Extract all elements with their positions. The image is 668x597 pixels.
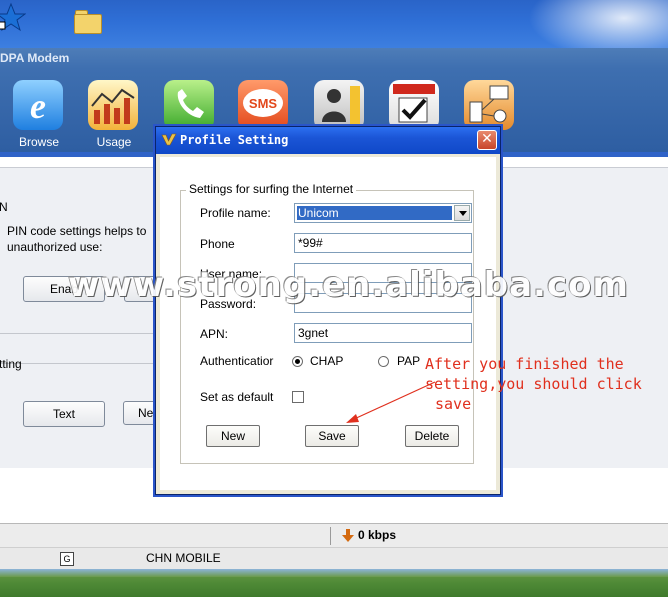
authentication-label: Authenticatior <box>200 354 274 368</box>
desktop-shortcut-icon[interactable] <box>0 2 27 32</box>
group-title: Settings for surfing the Internet <box>186 182 357 196</box>
pin-description-line2: unauthorized use: <box>7 240 103 254</box>
desktop-wallpaper <box>0 569 668 597</box>
toolbar-browse-label: Browse <box>18 135 59 149</box>
carrier-bar: G CHN MOBILE <box>0 547 668 570</box>
save-button[interactable]: Save <box>305 425 359 447</box>
set-default-checkbox[interactable] <box>292 391 304 403</box>
section-divider <box>0 333 160 334</box>
pap-radio[interactable] <box>378 356 389 367</box>
app-title: DPA Modem <box>0 51 70 65</box>
instruction-note-line3: save <box>435 395 472 413</box>
network-type-badge: G <box>60 552 74 566</box>
usage-chart-icon <box>88 80 138 130</box>
calendar-check-icon <box>389 80 439 130</box>
download-arrow-icon <box>342 529 354 542</box>
dialog-app-icon <box>161 133 177 146</box>
carrier-name: CHN MOBILE <box>146 551 221 565</box>
dialog-body: Settings for surfing the Internet Profil… <box>160 157 496 490</box>
profile-name-value: Unicom <box>297 206 452 220</box>
chevron-down-icon[interactable] <box>454 205 470 221</box>
status-separator <box>330 527 331 545</box>
sms-icon: SMS <box>238 80 288 130</box>
apn-input[interactable]: 3gnet <box>294 323 472 343</box>
dialog-title: Profile Setting <box>180 133 289 147</box>
phone-icon <box>164 80 214 130</box>
set-default-label: Set as default <box>200 390 274 404</box>
toolbar-usage-label: Usage <box>96 135 132 149</box>
desktop-background <box>0 0 668 60</box>
instruction-note-line1: After you finished the <box>425 355 624 373</box>
chap-radio[interactable] <box>292 356 303 367</box>
profile-name-select[interactable]: Unicom <box>294 203 472 223</box>
pin-section-title: N <box>0 200 8 214</box>
annotation-arrow-icon <box>346 381 436 423</box>
browser-e-icon: e <box>13 80 63 130</box>
svg-text:e: e <box>30 86 46 126</box>
setting-section-title: tting <box>0 357 22 371</box>
chap-label: CHAP <box>310 354 344 368</box>
desktop-folder-icon[interactable] <box>74 10 102 34</box>
phone-label: Phone <box>200 237 235 251</box>
contacts-icon <box>314 80 364 130</box>
dialog-titlebar[interactable]: Profile Setting ✕ <box>156 127 500 154</box>
phone-input[interactable]: *99# <box>294 233 472 253</box>
network-icon <box>464 80 514 130</box>
apn-label: APN: <box>200 327 229 341</box>
toolbar-browse-button[interactable]: e Browse <box>13 80 65 150</box>
pin-description-line1: PIN code settings helps to <box>7 224 147 238</box>
delete-button[interactable]: Delete <box>405 425 459 447</box>
text-button[interactable]: Text <box>23 401 105 427</box>
download-speed: 0 kbps <box>358 528 397 542</box>
new-button[interactable]: New <box>206 425 260 447</box>
pap-label: PAP <box>397 354 421 368</box>
svg-text:SMS: SMS <box>249 96 278 111</box>
instruction-note-line2: setting,you should click <box>425 375 642 393</box>
status-bar: 0 kbps <box>0 523 668 548</box>
profile-name-label: Profile name: <box>200 206 271 220</box>
profile-setting-dialog: Profile Setting ✕ Settings for surfing t… <box>155 126 501 495</box>
section-divider <box>0 363 160 364</box>
toolbar-usage-button[interactable]: Usage <box>88 80 140 150</box>
close-icon[interactable]: ✕ <box>477 130 497 150</box>
watermark-text: www.strong.en.alibaba.com <box>68 265 629 305</box>
